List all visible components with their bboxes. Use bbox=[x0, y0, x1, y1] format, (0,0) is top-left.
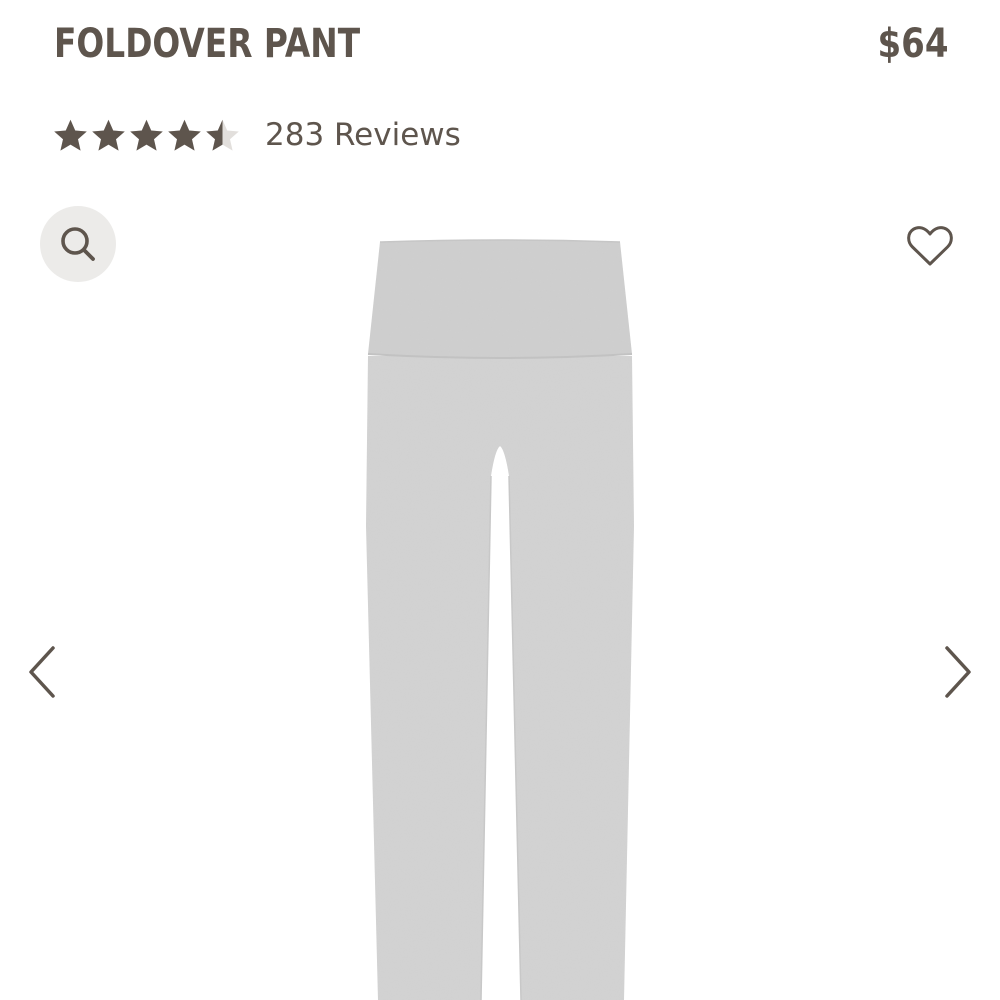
product-image bbox=[366, 239, 634, 1000]
star-full-icon bbox=[130, 119, 163, 151]
star-full-icon bbox=[54, 119, 87, 151]
zoom-button[interactable] bbox=[40, 206, 116, 282]
product-page: FOLDOVER PANT $64 283 Reviews bbox=[0, 0, 1000, 1000]
previous-image-button[interactable] bbox=[20, 640, 64, 704]
product-title: FOLDOVER PANT bbox=[54, 21, 361, 67]
star-half-icon bbox=[206, 119, 239, 151]
product-price: $64 bbox=[877, 21, 948, 67]
star-rating bbox=[52, 117, 241, 154]
rating-row: 283 Reviews bbox=[52, 112, 461, 158]
heart-icon bbox=[907, 226, 953, 266]
reviews-link[interactable]: 283 Reviews bbox=[265, 112, 461, 158]
wishlist-button[interactable] bbox=[902, 220, 958, 272]
star-full-icon bbox=[92, 119, 125, 151]
chevron-left-icon bbox=[29, 646, 55, 698]
chevron-right-icon bbox=[945, 646, 971, 698]
star-full-icon bbox=[168, 119, 201, 151]
next-image-button[interactable] bbox=[936, 640, 980, 704]
search-icon bbox=[61, 227, 95, 261]
